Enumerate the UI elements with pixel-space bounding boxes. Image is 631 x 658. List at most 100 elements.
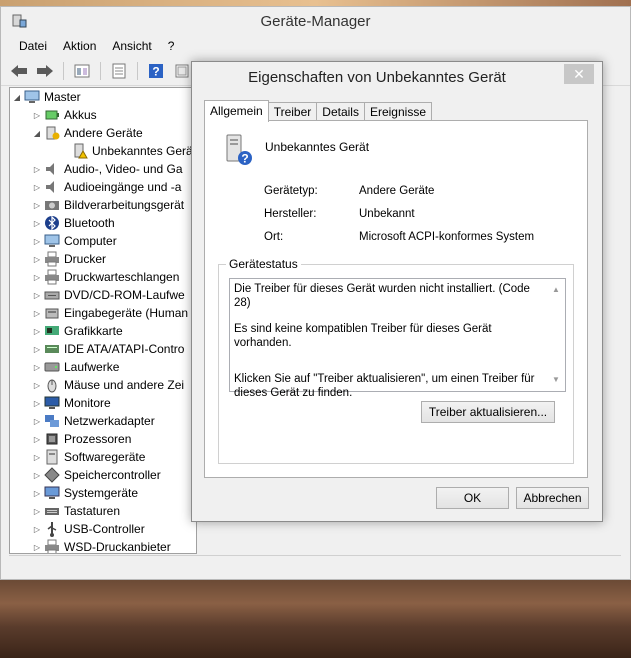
processor-icon (44, 431, 60, 447)
tree-item[interactable]: ▷ Tastaturen (10, 502, 196, 520)
expand-arrow-icon[interactable]: ▷ (32, 417, 42, 426)
tree-item[interactable]: ▷ Netzwerkadapter (10, 412, 196, 430)
tree-item[interactable]: ◢ Andere Geräte (10, 124, 196, 142)
prop-label-manufacturer: Hersteller: (264, 208, 317, 220)
tab-details[interactable]: Details (316, 102, 365, 121)
usb-icon (44, 521, 60, 537)
tree-item[interactable]: ▷ Audioeingänge und -a (10, 178, 196, 196)
expand-arrow-icon[interactable]: ▷ (32, 291, 42, 300)
expand-arrow-icon[interactable]: ▷ (32, 237, 42, 246)
tree-item[interactable]: ▷ Systemgeräte (10, 484, 196, 502)
status-bar (9, 555, 621, 576)
expand-arrow-icon[interactable]: ▷ (32, 399, 42, 408)
tree-item-label: Eingabegeräte (Human (64, 306, 189, 320)
ok-button[interactable]: OK (436, 487, 509, 509)
expand-arrow-icon[interactable]: ▷ (32, 525, 42, 534)
drive-icon (44, 359, 60, 375)
tree-item[interactable]: ▷ Drucker (10, 250, 196, 268)
tree-item[interactable]: ▷ Monitore (10, 394, 196, 412)
prop-value-location: Microsoft ACPI-konformes System (359, 231, 535, 243)
prop-value-type: Andere Geräte (359, 185, 435, 197)
tree-item[interactable]: ▷ DVD/CD-ROM-Laufwe (10, 286, 196, 304)
update-driver-button[interactable]: Treiber aktualisieren... (421, 401, 555, 423)
expand-arrow-icon[interactable]: ▷ (32, 165, 42, 174)
tree-item[interactable]: ▷ Audio-, Video- und Ga (10, 160, 196, 178)
expand-arrow-icon[interactable]: ▷ (32, 435, 42, 444)
device-tree[interactable]: ◢ Master ▷ Akkus ◢ Andere Geräte Unbekanntes… (9, 87, 197, 554)
mouse-icon (44, 377, 60, 393)
toolbar-separator (100, 62, 101, 80)
scroll-down-icon[interactable]: ▼ (552, 373, 560, 387)
tree-item[interactable]: ▷ Druckwarteschlangen (10, 268, 196, 286)
expand-arrow-icon[interactable]: ▷ (32, 381, 42, 390)
tree-item[interactable]: ▷ Prozessoren (10, 430, 196, 448)
tree-item-label: Netzwerkadapter (64, 414, 155, 428)
expand-arrow-icon[interactable]: ▷ (32, 309, 42, 318)
tree-item[interactable]: ▷ WSD-Druckanbieter (10, 538, 196, 553)
menu-help[interactable]: ? (160, 39, 183, 53)
tree-item[interactable]: ▷ Softwaregeräte (10, 448, 196, 466)
back-icon[interactable] (9, 61, 29, 81)
forward-icon[interactable] (35, 61, 55, 81)
menu-datei[interactable]: Datei (11, 39, 55, 53)
tree-item[interactable]: ▷ Eingabegeräte (Human (10, 304, 196, 322)
tree-item[interactable]: ▷ Computer (10, 232, 196, 250)
expand-arrow-icon[interactable]: ▷ (32, 219, 42, 228)
tree-item[interactable]: ▷ Bildverarbeitungsgerät (10, 196, 196, 214)
scan-icon[interactable] (172, 61, 192, 81)
collapse-arrow-icon[interactable]: ◢ (12, 93, 22, 102)
expand-arrow-icon[interactable]: ▷ (32, 507, 42, 516)
tree-item-label: Computer (64, 234, 117, 248)
device-status-textbox[interactable]: Die Treiber für dieses Gerät wurden nich… (229, 278, 566, 399)
tree-item-label: Audioeingänge und -a (64, 180, 182, 194)
expand-arrow-icon[interactable]: ▷ (32, 453, 42, 462)
tree-items: ▷ Akkus ◢ Andere Geräte Unbekanntes Gerät ▷ Au… (10, 106, 196, 553)
tree-item[interactable]: ▷ Laufwerke (10, 358, 196, 376)
tree-item-label: Akkus (64, 108, 97, 122)
tree-item[interactable]: ▷ IDE ATA/ATAPI-Contro (10, 340, 196, 358)
properties-icon[interactable] (72, 61, 92, 81)
cancel-button[interactable]: Abbrechen (516, 487, 589, 509)
scroll-up-icon[interactable]: ▲ (552, 283, 560, 297)
camera-icon (44, 197, 60, 213)
computer-icon (24, 89, 40, 105)
menu-ansicht[interactable]: Ansicht (104, 39, 159, 53)
status-scrollbar[interactable]: ▲ ▼ (548, 279, 565, 391)
expand-arrow-icon[interactable]: ▷ (32, 255, 42, 264)
tree-item-label: Drucker (64, 252, 107, 266)
tree-item-label: Mäuse und andere Zei (64, 378, 185, 392)
tree-item[interactable]: ▷ Speichercontroller (10, 466, 196, 484)
expand-arrow-icon[interactable]: ▷ (32, 183, 42, 192)
expand-arrow-icon[interactable]: ▷ (32, 111, 42, 120)
expand-arrow-icon[interactable]: ▷ (32, 543, 42, 552)
window-title: Geräte-Manager (260, 13, 371, 30)
collapse-arrow-icon[interactable]: ◢ (32, 129, 42, 138)
view-icon[interactable] (109, 61, 129, 81)
help-icon[interactable]: ? (146, 61, 166, 81)
menu-aktion[interactable]: Aktion (55, 39, 104, 53)
tree-root[interactable]: ◢ Master (10, 88, 196, 106)
unknown-device-icon: ? (221, 133, 255, 167)
tab-allgemein[interactable]: Allgemein (204, 100, 269, 122)
tree-item-label: Tastaturen (64, 504, 121, 518)
expand-arrow-icon[interactable]: ▷ (32, 273, 42, 282)
tree-item-label: IDE ATA/ATAPI-Contro (64, 342, 185, 356)
expand-arrow-icon[interactable]: ▷ (32, 201, 42, 210)
input-device-icon (44, 305, 60, 321)
tree-item-label: Prozessoren (64, 432, 132, 446)
tree-item[interactable]: ▷ Bluetooth (10, 214, 196, 232)
expand-arrow-icon[interactable]: ▷ (32, 363, 42, 372)
expand-arrow-icon[interactable]: ▷ (32, 327, 42, 336)
expand-arrow-icon[interactable]: ▷ (32, 345, 42, 354)
tree-item[interactable]: ▷ Mäuse und andere Zei (10, 376, 196, 394)
tab-treiber[interactable]: Treiber (267, 102, 318, 121)
tree-item[interactable]: ▷ Grafikkarte (10, 322, 196, 340)
expand-arrow-icon[interactable]: ▷ (32, 471, 42, 480)
tab-ereignisse[interactable]: Ereignisse (363, 102, 432, 121)
close-button[interactable]: ✕ (564, 64, 594, 84)
tree-item[interactable]: Unbekanntes Gerät (10, 142, 196, 160)
display-adapter-icon (44, 323, 60, 339)
expand-arrow-icon[interactable]: ▷ (32, 489, 42, 498)
tree-item[interactable]: ▷ USB-Controller (10, 520, 196, 538)
tree-item[interactable]: ▷ Akkus (10, 106, 196, 124)
